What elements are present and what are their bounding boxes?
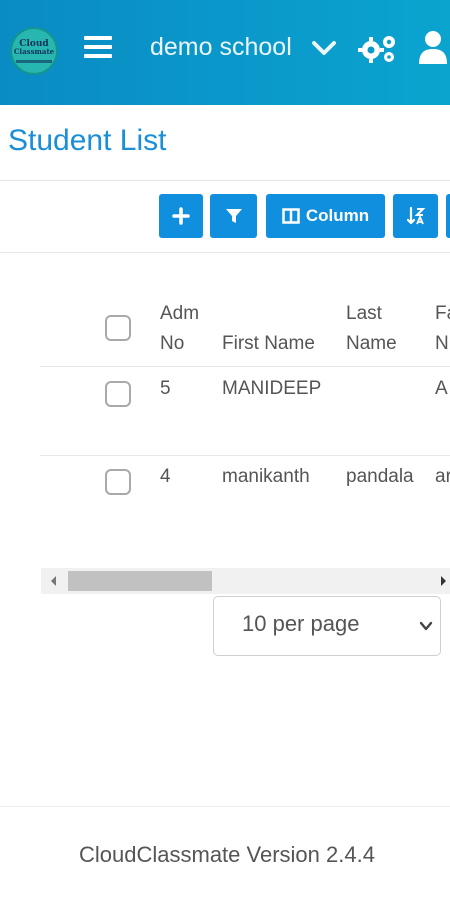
select-all-checkbox[interactable] (105, 315, 131, 341)
row-checkbox[interactable] (105, 469, 131, 495)
filter-icon (225, 209, 242, 223)
header-last-name[interactable]: Last Name (346, 299, 397, 359)
cell-first-name: MANIDEEP (222, 378, 322, 399)
scrollbar-thumb[interactable] (68, 571, 212, 591)
app-logo[interactable]: Cloud Classmate (10, 27, 58, 75)
cell-first-name: manikanth (222, 466, 310, 487)
app-header: Cloud Classmate demo school (0, 0, 450, 105)
chevron-down-icon[interactable] (311, 38, 337, 58)
cell-last-name: pandala (346, 466, 414, 487)
user-icon[interactable] (417, 30, 450, 64)
version-text: CloudClassmate Version 2.4.4 (79, 842, 375, 867)
header-father-name[interactable]: FaN (435, 299, 450, 359)
row-checkbox[interactable] (105, 381, 131, 407)
filter-button[interactable] (210, 194, 257, 238)
row-divider (40, 455, 450, 456)
chevron-down-icon (419, 621, 433, 631)
columns-icon (282, 208, 300, 224)
school-selector[interactable]: demo school (150, 33, 292, 62)
column-button[interactable]: Column (266, 194, 385, 238)
more-button[interactable] (446, 194, 450, 238)
add-student-button[interactable] (159, 194, 203, 238)
menu-icon[interactable] (84, 36, 112, 62)
footer-divider (0, 806, 450, 807)
per-page-value: 10 per page (242, 611, 360, 636)
header-adm-no[interactable]: Adm No (160, 299, 199, 359)
cell-adm-no: 4 (160, 466, 171, 487)
per-page-select[interactable]: 10 per page (213, 596, 441, 656)
cell-father-name: A (435, 378, 448, 399)
plus-icon (172, 207, 190, 225)
page-title: Student List (8, 124, 167, 157)
settings-gears-icon[interactable] (358, 32, 398, 64)
logo-underline (16, 60, 52, 63)
cell-father-name: ar (435, 466, 450, 487)
header-first-name[interactable]: First Name (222, 329, 315, 359)
cell-adm-no: 5 (160, 378, 171, 399)
column-button-label: Column (305, 206, 370, 225)
logo-text: Cloud Classmate (13, 39, 55, 56)
scroll-right-icon[interactable] (441, 576, 446, 586)
scroll-left-icon[interactable] (51, 576, 56, 586)
sort-button[interactable] (393, 194, 438, 238)
sort-icon (406, 206, 425, 225)
row-divider (40, 366, 450, 367)
